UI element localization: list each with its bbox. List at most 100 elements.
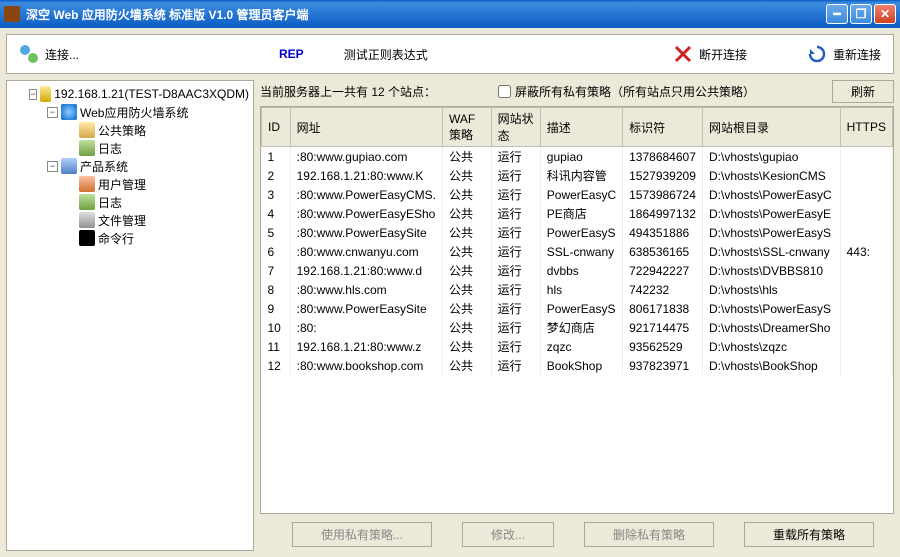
cell-url: :80:www.hls.com (290, 280, 442, 299)
col-id[interactable]: ID (262, 108, 291, 147)
tree-user-mgmt[interactable]: 用户管理 (11, 175, 249, 193)
titlebar: 深空 Web 应用防火墙系统 标准版 V1.0 管理员客户端 ━ ❐ ✕ (0, 0, 900, 28)
rep-label[interactable]: REP (279, 47, 304, 61)
cell-https (840, 318, 892, 337)
cell-id: 6 (262, 242, 291, 261)
table-row[interactable]: 8:80:www.hls.com公共运行hls742232D:\vhosts\h… (262, 280, 893, 299)
cell-waf: 公共 (443, 185, 492, 204)
tree-file-mgmt[interactable]: 文件管理 (11, 211, 249, 229)
reload-all-button[interactable]: 重载所有策略 (744, 522, 874, 547)
table-row[interactable]: 10:80:公共运行梦幻商店921714475D:\vhosts\Dreamer… (262, 318, 893, 337)
reconnect-button[interactable]: 重新连接 (807, 44, 881, 64)
cell-status: 运行 (491, 337, 540, 356)
maximize-button[interactable]: ❐ (850, 4, 872, 24)
cell-https (840, 299, 892, 318)
cell-status: 运行 (491, 242, 540, 261)
test-regex-button[interactable]: 测试正则表达式 (344, 46, 428, 63)
disconnect-icon (673, 44, 693, 64)
cell-url: :80:www.bookshop.com (290, 356, 442, 375)
tree-product-system[interactable]: −产品系统 (11, 157, 249, 175)
col-status[interactable]: 网站状态 (491, 108, 540, 147)
use-private-button[interactable]: 使用私有策略... (292, 522, 432, 547)
tree-log-2[interactable]: 日志 (11, 193, 249, 211)
cell-status: 运行 (491, 299, 540, 318)
col-root[interactable]: 网站根目录 (702, 108, 840, 147)
cell-waf: 公共 (443, 299, 492, 318)
cell-url: :80:www.PowerEasySite (290, 299, 442, 318)
cell-desc: gupiao (540, 147, 622, 167)
delete-private-button[interactable]: 删除私有策略 (584, 522, 714, 547)
cell-status: 运行 (491, 261, 540, 280)
cell-ident: 494351886 (623, 223, 703, 242)
close-button[interactable]: ✕ (874, 4, 896, 24)
connect-button[interactable]: 连接... (19, 44, 79, 64)
nav-tree: −192.168.1.21(TEST-D8AAC3XQDM) −Web应用防火墙… (6, 80, 254, 551)
cell-status: 运行 (491, 318, 540, 337)
cell-desc: PowerEasyS (540, 223, 622, 242)
refresh-button[interactable]: 刷新 (832, 80, 894, 103)
disconnect-label: 断开连接 (699, 46, 747, 63)
tree-public-policy[interactable]: 公共策略 (11, 121, 249, 139)
tree-waf-system[interactable]: −Web应用防火墙系统 (11, 103, 249, 121)
cell-status: 运行 (491, 223, 540, 242)
cell-https (840, 223, 892, 242)
cell-url: :80: (290, 318, 442, 337)
col-desc[interactable]: 描述 (540, 108, 622, 147)
table-row[interactable]: 5:80:www.PowerEasySite公共运行PowerEasyS4943… (262, 223, 893, 242)
table-row[interactable]: 12:80:www.bookshop.com公共运行BookShop937823… (262, 356, 893, 375)
cell-status: 运行 (491, 147, 540, 167)
tree-root[interactable]: −192.168.1.21(TEST-D8AAC3XQDM) (11, 85, 249, 103)
modify-button[interactable]: 修改... (462, 522, 554, 547)
globe-icon (61, 104, 77, 120)
cell-desc: 梦幻商店 (540, 318, 622, 337)
table-row[interactable]: 4:80:www.PowerEasyESho公共运行PE商店1864997132… (262, 204, 893, 223)
cell-desc: zqzc (540, 337, 622, 356)
cell-root: D:\vhosts\KesionCMS (702, 166, 840, 185)
cell-https: 443: (840, 242, 892, 261)
cell-waf: 公共 (443, 261, 492, 280)
cell-ident: 1378684607 (623, 147, 703, 167)
cell-desc: dvbbs (540, 261, 622, 280)
disconnect-button[interactable]: 断开连接 (673, 44, 747, 64)
table-row[interactable]: 11192.168.1.21:80:www.z公共运行zqzc93562529D… (262, 337, 893, 356)
summary-bar: 当前服务器上一共有 12 个站点： 屏蔽所有私有策略（所有站点只用公共策略） 刷… (260, 80, 894, 102)
table-row[interactable]: 1:80:www.gupiao.com公共运行gupiao1378684607D… (262, 147, 893, 167)
cell-root: D:\vhosts\DreamerSho (702, 318, 840, 337)
table-row[interactable]: 3:80:www.PowerEasyCMS.公共运行PowerEasyC1573… (262, 185, 893, 204)
sites-table: ID 网址 WAF策略 网站状态 描述 标识符 网站根目录 HTTPS 1:80… (261, 107, 893, 375)
table-row[interactable]: 6:80:www.cnwanyu.com公共运行SSL-cnwany638536… (262, 242, 893, 261)
cell-id: 7 (262, 261, 291, 280)
cell-id: 5 (262, 223, 291, 242)
reconnect-icon (807, 44, 827, 64)
cell-id: 12 (262, 356, 291, 375)
connect-label: 连接... (45, 46, 79, 63)
terminal-icon (79, 230, 95, 246)
cell-https (840, 185, 892, 204)
col-url[interactable]: 网址 (290, 108, 442, 147)
tree-cmdline[interactable]: 命令行 (11, 229, 249, 247)
table-row[interactable]: 9:80:www.PowerEasySite公共运行PowerEasyS8061… (262, 299, 893, 318)
table-row[interactable]: 2192.168.1.21:80:www.K公共运行科讯内容管152793920… (262, 166, 893, 185)
cell-root: D:\vhosts\PowerEasyS (702, 299, 840, 318)
tree-log-1[interactable]: 日志 (11, 139, 249, 157)
cell-status: 运行 (491, 166, 540, 185)
minimize-button[interactable]: ━ (826, 4, 848, 24)
table-row[interactable]: 7192.168.1.21:80:www.d公共运行dvbbs722942227… (262, 261, 893, 280)
cell-waf: 公共 (443, 204, 492, 223)
cell-status: 运行 (491, 356, 540, 375)
cell-id: 8 (262, 280, 291, 299)
cell-waf: 公共 (443, 223, 492, 242)
cell-ident: 921714475 (623, 318, 703, 337)
cell-ident: 1573986724 (623, 185, 703, 204)
cell-https (840, 147, 892, 167)
cell-ident: 1864997132 (623, 204, 703, 223)
col-ident[interactable]: 标识符 (623, 108, 703, 147)
col-waf[interactable]: WAF策略 (443, 108, 492, 147)
cell-desc: PowerEasyC (540, 185, 622, 204)
cell-root: D:\vhosts\zqzc (702, 337, 840, 356)
block-private-input[interactable] (498, 85, 511, 98)
cell-ident: 806171838 (623, 299, 703, 318)
col-https[interactable]: HTTPS (840, 108, 892, 147)
site-count-label: 当前服务器上一共有 12 个站点： (260, 83, 436, 100)
block-private-checkbox[interactable]: 屏蔽所有私有策略（所有站点只用公共策略） (498, 83, 755, 100)
